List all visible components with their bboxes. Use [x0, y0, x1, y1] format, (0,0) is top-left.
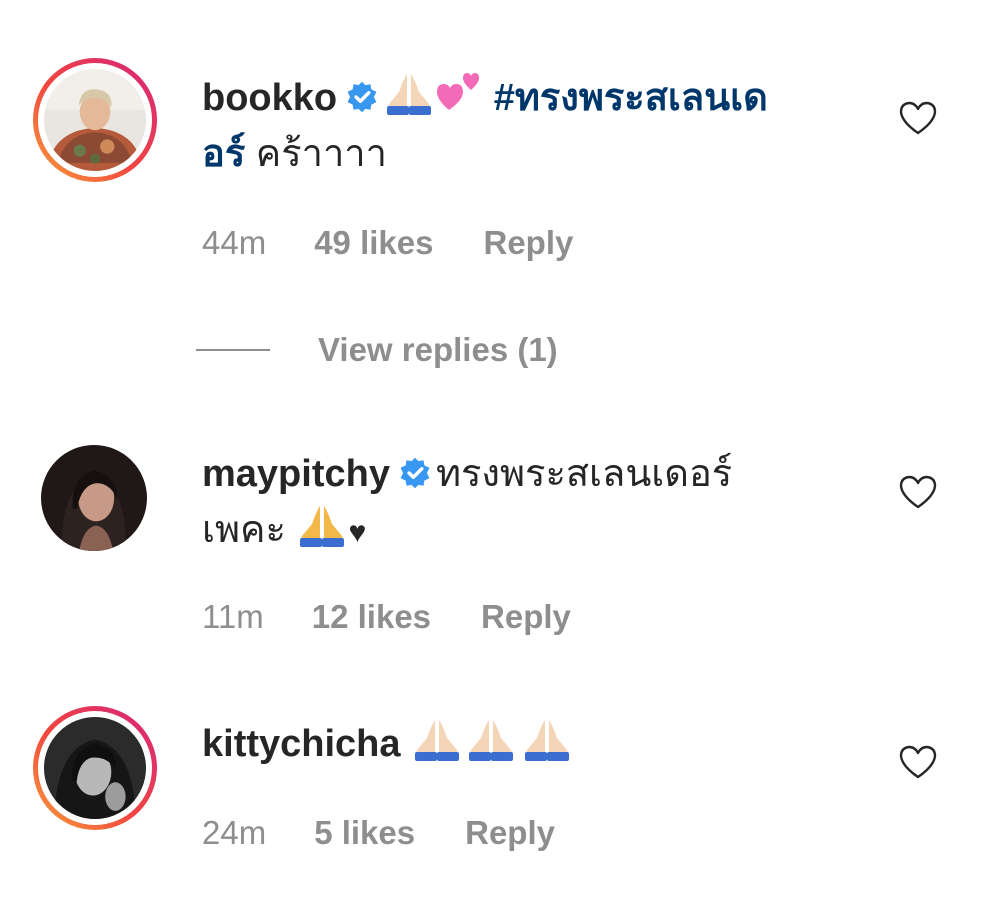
folded-hands-emoji — [300, 506, 345, 547]
reply-button[interactable]: Reply — [481, 598, 571, 636]
hashtag-link-cont[interactable]: อร์ — [202, 133, 245, 175]
comment-time: 44m — [202, 224, 267, 261]
like-heart-icon[interactable] — [898, 100, 938, 136]
reply-button[interactable]: Reply — [465, 814, 555, 852]
comment-meta: 44m 49 likes Reply — [202, 224, 573, 262]
comment-body-line2: เพคะ — [202, 509, 286, 551]
folded-hands-emoji — [387, 74, 432, 115]
comment-likes[interactable]: 49 likes — [314, 224, 433, 262]
heart-suit-symbol: ♥ — [348, 516, 367, 549]
comment-username[interactable]: maypitchy — [202, 453, 390, 495]
hashtag-link[interactable]: #ทรงพระสเลนเด — [494, 77, 768, 119]
comment-time: 11m — [202, 598, 264, 635]
reply-button[interactable]: Reply — [483, 224, 573, 262]
like-heart-icon[interactable] — [898, 474, 938, 510]
comment-text: kittychicha — [202, 716, 852, 772]
avatar[interactable] — [33, 706, 157, 830]
comment-body: คร้าาาา — [245, 133, 387, 175]
folded-hands-emoji — [525, 720, 570, 761]
folded-hands-emoji — [469, 720, 514, 761]
comment-body-line1: ทรงพระสเลนเดอร์ — [435, 453, 733, 495]
comment-text: bookko #ทรงพระสเลนเด อร์ คร้าาาา — [202, 70, 852, 182]
comment-likes[interactable]: 5 likes — [314, 814, 415, 852]
like-heart-icon[interactable] — [898, 744, 938, 780]
comment-meta: 24m 5 likes Reply — [202, 814, 555, 852]
comment-username[interactable]: kittychicha — [202, 723, 401, 765]
view-replies-label[interactable]: View replies (1) — [318, 331, 558, 369]
avatar-photo-bookko — [44, 69, 146, 171]
two-hearts-emoji — [437, 73, 480, 110]
avatar-photo-kittychicha — [44, 717, 146, 819]
view-replies-divider — [196, 349, 270, 351]
avatar-photo-maypitchy — [41, 445, 147, 551]
comment-text: maypitchy ทรงพระสเลนเดอร์ เพคะ ♥ — [202, 446, 852, 561]
comment-time: 24m — [202, 814, 267, 851]
comment-likes[interactable]: 12 likes — [312, 598, 431, 636]
verified-badge-icon — [347, 81, 377, 113]
view-replies-button[interactable]: View replies (1) — [196, 328, 558, 372]
verified-badge-icon — [400, 457, 430, 489]
avatar[interactable] — [41, 445, 147, 551]
avatar[interactable] — [33, 58, 157, 182]
folded-hands-emoji — [415, 720, 460, 761]
comment-username[interactable]: bookko — [202, 77, 337, 119]
comment-meta: 11m 12 likes Reply — [202, 598, 571, 636]
